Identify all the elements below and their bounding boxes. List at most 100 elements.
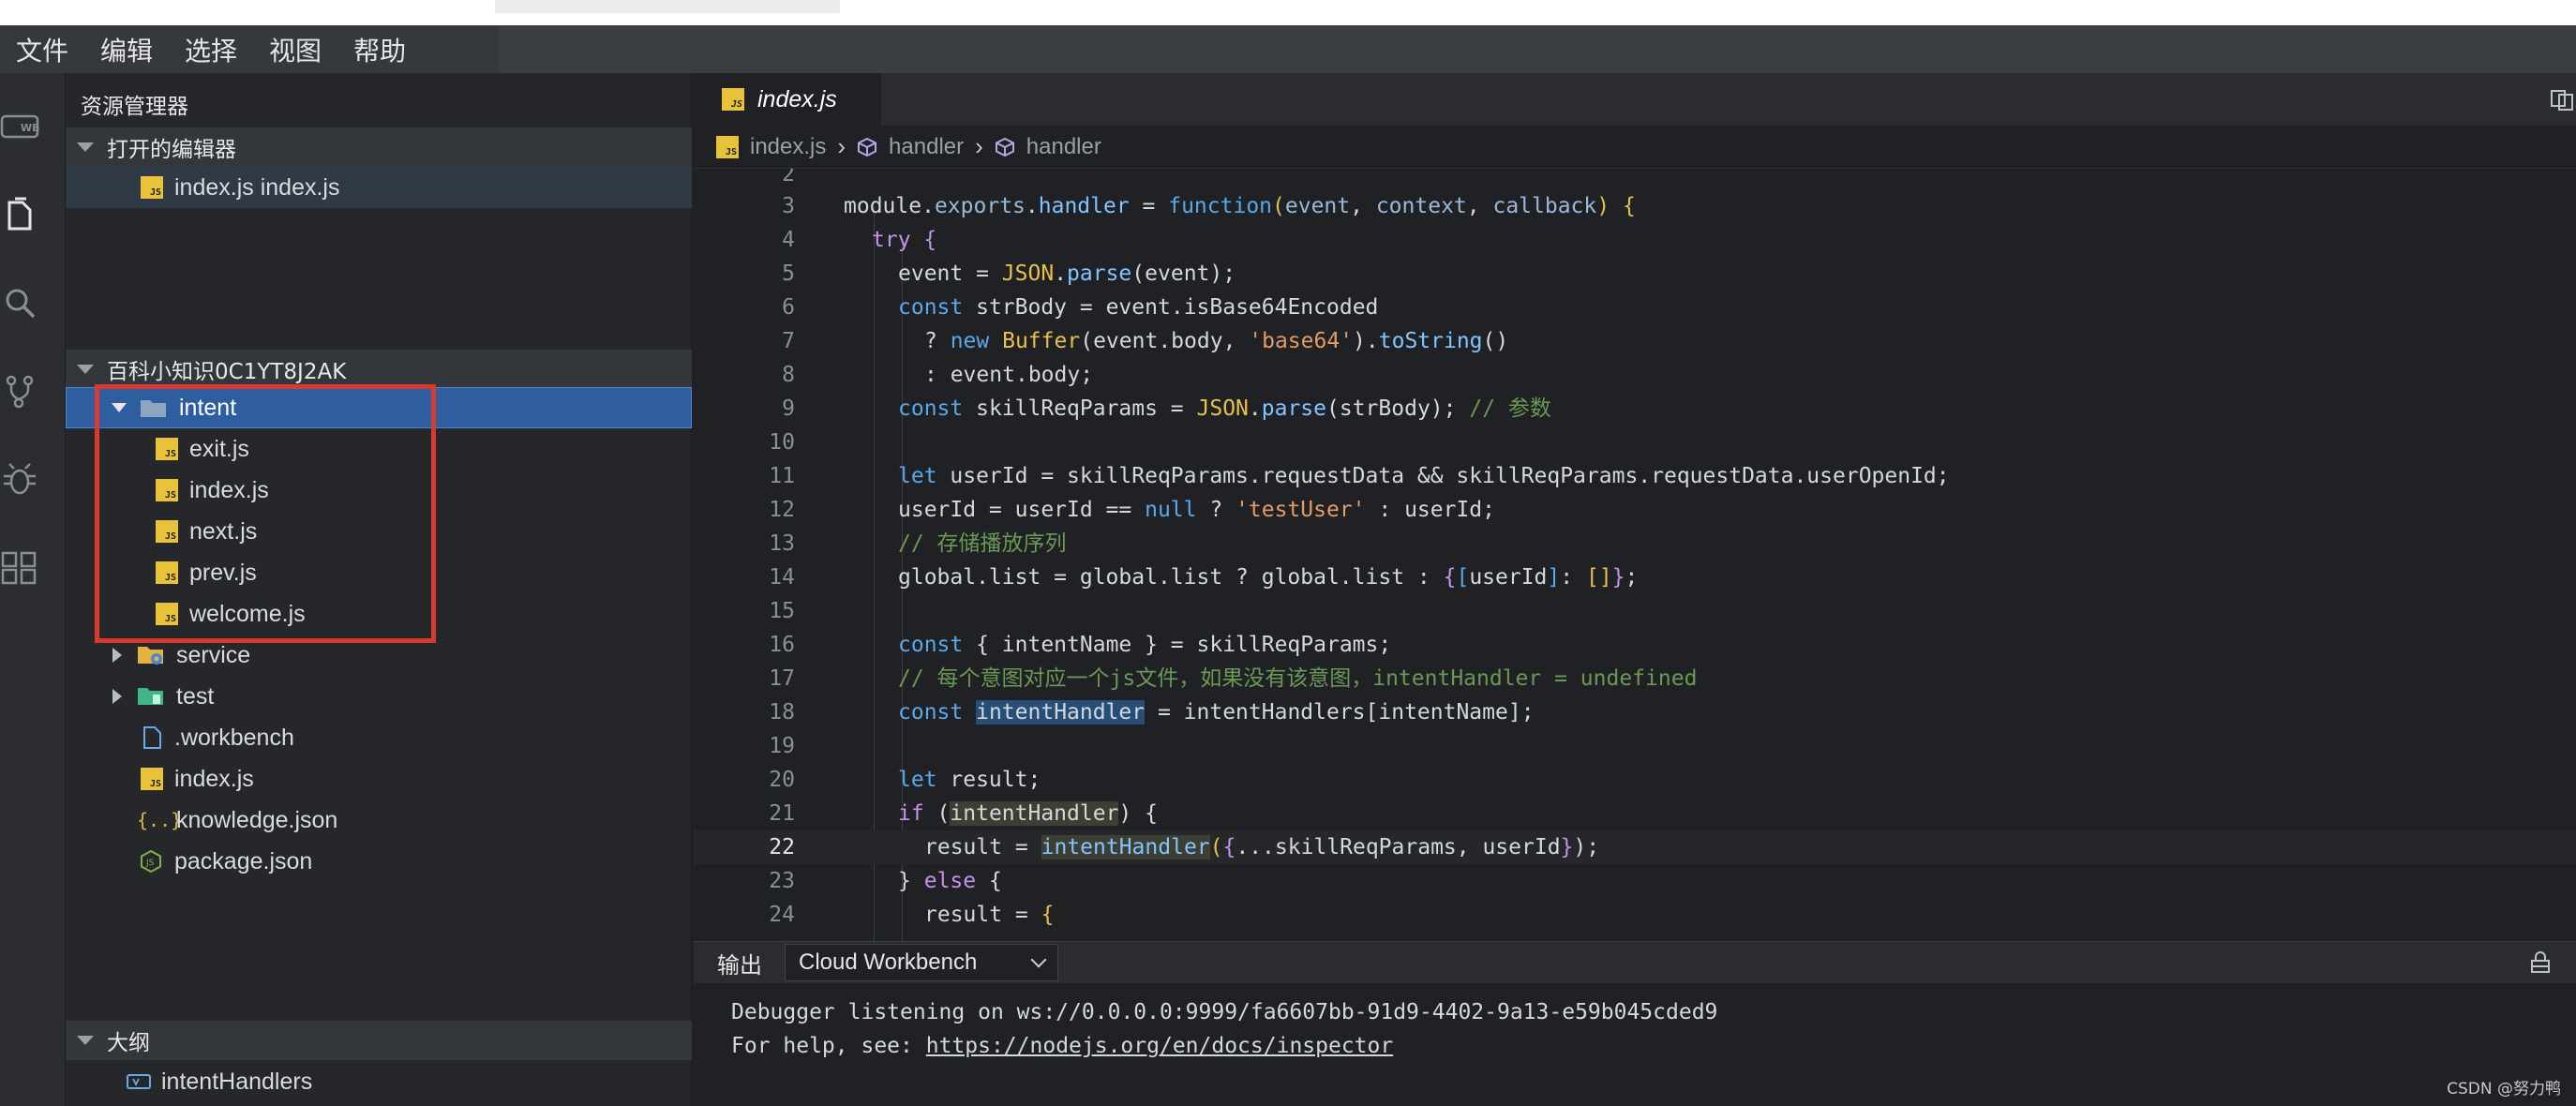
output-panel: 输出 Cloud Workbench Debugger listening on… [694,941,2576,1106]
method-cube-icon [858,137,877,157]
code-line: 23} else { [769,869,1002,893]
open-editor-item[interactable]: JS index.js index.js [66,167,692,208]
menu-selection[interactable]: 选择 [169,31,253,68]
code-line: 11 let userId = skillReqParams.requestDat… [769,464,1950,488]
breadcrumb: JS index.js › handler › handler [694,126,2576,169]
service-folder-icon [138,647,163,665]
chevron-down-icon [1030,951,1047,968]
panel-header: 输出 Cloud Workbench [694,942,2576,983]
tree-folder-intent[interactable]: intent [66,387,692,428]
collapsed-arrow-icon [112,648,122,663]
code-line-current: 22 result = intentHandler({...skillReqPar… [694,830,2576,864]
code-line: 8: event.body; [782,363,1094,387]
menu-bar: 文件 编辑 选择 视图 帮助 [0,25,2576,73]
svg-text:JS: JS [145,859,155,868]
outline-header[interactable]: 大纲 [66,1021,692,1060]
tab-index-js[interactable]: JS index.js [694,73,881,126]
menu-file[interactable]: 文件 [0,31,84,68]
open-editors-header[interactable]: 打开的编辑器 [66,127,692,167]
code-editor[interactable]: 2 3 module.exports.handler = function(eve… [694,169,2576,941]
tree-file-exit[interactable]: JS exit.js [66,428,692,470]
tree-file-index-root[interactable]: JS index.js [66,758,692,800]
code-line: 7? new Buffer(event.body, 'base64').toSt… [782,329,1509,353]
collapse-chevron-icon [77,1036,94,1045]
js-file-icon: JS [141,768,163,790]
code-line: 19 [769,734,795,758]
variable-icon [127,1074,151,1089]
panel-title[interactable]: 输出 [717,947,762,979]
code-line: 5 event = JSON.parse(event); [782,262,1236,286]
tree-folder-test[interactable]: test [66,676,692,717]
debug-icon[interactable] [0,459,39,499]
source-control-icon[interactable] [0,371,39,411]
compare-changes-icon[interactable] [2550,88,2574,112]
explorer-sidebar: 资源管理器 打开的编辑器 JS index.js index.js 百科小知识0… [66,73,692,1106]
code-line: 9 const skillReqParams = JSON.parse(strBo… [782,396,1551,421]
lock-scroll-icon[interactable] [2529,951,2552,974]
breadcrumb-symbol-1[interactable]: handler [889,134,964,160]
chevron-right-icon: › [975,132,983,160]
code-line: 15 [769,599,795,623]
tree-file-package[interactable]: JS package.json [66,841,692,882]
menu-edit[interactable]: 编辑 [84,31,169,68]
tree-folder-service[interactable]: service [66,635,692,676]
code-line: 10 [769,430,795,455]
inspector-link[interactable]: https://nodejs.org/en/docs/inspector [926,1034,1394,1058]
breadcrumb-file[interactable]: index.js [750,134,826,160]
js-file-icon: JS [156,603,178,625]
browser-tab-ghost [495,0,840,13]
tree-file-prev[interactable]: JS prev.js [66,552,692,593]
output-line: For help, see: https://nodejs.org/en/doc… [731,1034,1394,1058]
expanded-arrow-icon [112,403,127,412]
collapse-chevron-icon [77,365,94,374]
menu-help[interactable]: 帮助 [337,31,422,68]
project-header[interactable]: 百科小知识0C1YT8J2AK [66,350,692,389]
svg-text:WB: WB [21,122,39,134]
json-braces-icon: {..} [137,809,183,831]
outline-label: 大纲 [107,1031,150,1055]
code-line: 2 [782,169,795,187]
explorer-files-icon[interactable] [0,195,39,234]
folder-open-icon [141,400,166,417]
extensions-icon[interactable] [0,547,39,587]
code-line: 14 global.list = global.list ? global.lis… [769,565,1639,590]
tree-file-next[interactable]: JS next.js [66,511,692,552]
editor-area: JS index.js JS index.js › handler › hand… [694,73,2576,941]
collapsed-arrow-icon [112,689,122,704]
file-icon [143,726,161,749]
code-line: 17// 每个意图对应一个js文件，如果没有该意图，intentHandler … [769,666,1698,691]
tree-file-index-intent[interactable]: JS index.js [66,470,692,511]
menu-view[interactable]: 视图 [253,31,337,68]
code-line: 6 const strBody = event.isBase64Encoded [782,295,1379,320]
output-channel-select[interactable]: Cloud Workbench [785,944,1058,981]
top-strip [0,0,2576,25]
chevron-right-icon: › [837,132,846,160]
outline-item[interactable]: intentHandlers [66,1062,692,1101]
project-label: 百科小知识0C1YT8J2AK [107,360,347,384]
code-line: 24 result = { [769,903,1055,927]
menu-left: 文件 编辑 选择 视图 帮助 [0,25,499,73]
code-line: 4 try { [782,228,937,252]
breadcrumb-symbol-2[interactable]: handler [1026,134,1101,160]
tree-file-knowledge[interactable]: {..} knowledge.json [66,800,692,841]
code-line: 12 userId = userId == null ? 'testUser' :… [769,498,1496,522]
js-file-icon: JS [156,438,178,460]
test-folder-icon [138,688,163,705]
workbench-logo-icon[interactable]: WB [0,107,40,146]
tree-file-welcome[interactable]: JS welcome.js [66,593,692,635]
activity-bar: WB [0,73,66,1106]
watermark: CSDN @努力鸭 [2447,1080,2561,1099]
code-line: 21 if (intentHandler) { [769,801,1158,826]
collapse-chevron-icon [77,142,94,152]
output-log[interactable]: Debugger listening on ws://0.0.0.0:9999/… [694,983,2576,1106]
js-file-icon: JS [156,479,178,501]
code-line: 16 const { intentName } = skillReqParams; [769,633,1392,657]
js-file-icon: JS [156,561,178,584]
code-line: 20 let result; [769,768,1041,792]
js-file-icon: JS [141,176,163,199]
nodejs-package-icon: JS [141,849,161,874]
code-line: 3 module.exports.handler = function(event… [782,194,1636,218]
tree-file-workbench[interactable]: .workbench [66,717,692,758]
search-icon[interactable] [0,283,39,322]
code-line: 13// 存储播放序列 [769,531,1067,556]
